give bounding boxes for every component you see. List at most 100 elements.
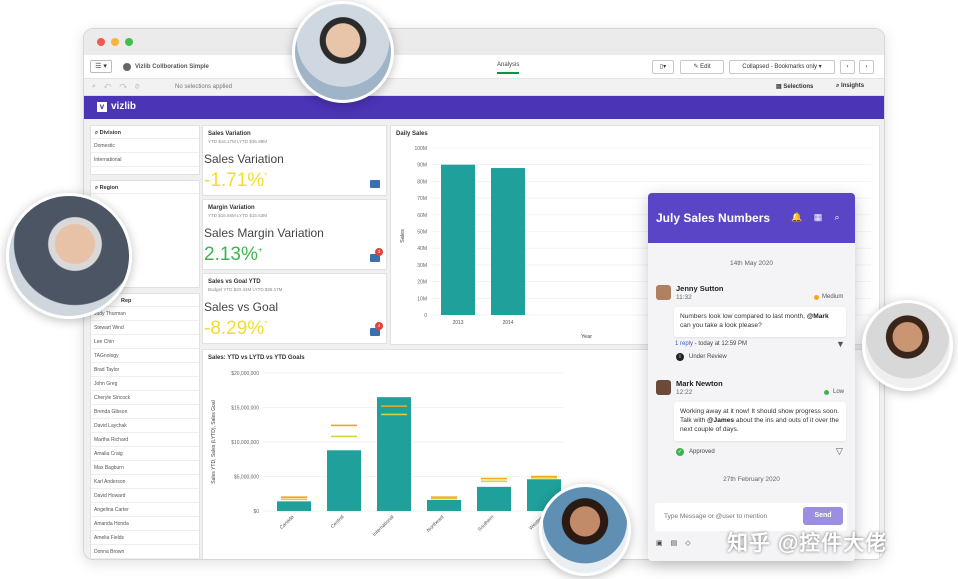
x-tick-label: Central [330, 514, 346, 530]
menu-button[interactable]: ☰ ▾ [90, 60, 112, 73]
comment-icon[interactable] [370, 180, 380, 188]
division-filter: ⌕ Division Domestic International [90, 125, 200, 175]
message-input-placeholder: Type Message or @user to mention [664, 513, 768, 520]
y-tick-label: $20,000,000 [231, 371, 259, 377]
bookmarks-dropdown[interactable]: Collapsed - Bookmarks only ▾ [729, 60, 835, 74]
kpi-sales-variation[interactable]: Sales Variation YTD $16.17M LYTD $36.88M… [202, 125, 387, 196]
selections-button[interactable]: ▤ Selections [776, 83, 813, 90]
rep-filter-item[interactable]: Amelia Fields [91, 531, 199, 545]
priority-label: Medium [822, 294, 844, 300]
mention[interactable]: @James [707, 417, 734, 424]
insights-button[interactable]: ⌕ Insights [836, 83, 864, 90]
brand-name: vizlib [111, 101, 137, 112]
rep-filter-item[interactable]: Max Bagburn [91, 461, 199, 475]
y-tick-label: 100M [414, 146, 427, 152]
edit-label: Edit [700, 64, 711, 70]
rss-feed-icon[interactable]: ▦ [813, 212, 823, 222]
message-time: 11:32 [676, 294, 692, 301]
tag-icon[interactable]: ◇ [685, 540, 698, 547]
rep-filter-item[interactable]: Brad Taylor [91, 363, 199, 377]
rep-filter-item[interactable]: TAGnology [91, 349, 199, 363]
bar [427, 499, 461, 511]
user-photo-man-2 [6, 193, 132, 319]
bar [277, 501, 311, 511]
selection-tools-icons[interactable]: ⌕↶↷⊘ [92, 83, 147, 91]
send-button[interactable]: Send [803, 507, 843, 525]
next-sheet-button[interactable]: › [859, 60, 874, 74]
mention[interactable]: @Mark [807, 313, 829, 320]
filter-icon[interactable]: ▼ [836, 340, 845, 349]
region-filter-title: ⌕ Region [91, 181, 199, 194]
rep-filter-item[interactable]: Donna Brown [91, 545, 199, 559]
kpi-title: Sales vs Goal YTD [208, 279, 261, 285]
rep-filter-item[interactable]: Lee Chin [91, 335, 199, 349]
rep-filter-item[interactable]: David Howard [91, 489, 199, 503]
kpi-margin-variation[interactable]: Margin Variation YTD $16.66M LYTD $15.53… [202, 199, 387, 270]
vizlib-logo-icon: v [97, 102, 107, 112]
y-tick-label: 0 [424, 313, 427, 319]
y-tick-label: 60M [417, 213, 427, 219]
rep-filter-item[interactable]: Cheryle Sincock [91, 391, 199, 405]
x-tick-label: International [372, 514, 396, 538]
rep-filter-item[interactable]: Stewart Wind [91, 321, 199, 335]
message-author: Jenny Sutton [676, 284, 724, 293]
selections-label: Selections [783, 84, 814, 90]
kpi-subtitle: YTD $16.17M LYTD $36.88M [208, 139, 267, 144]
chat-panel: July Sales Numbers 🔔 ▦ ⌕ 14th May 2020 J… [648, 193, 855, 561]
kpi-subtitle: Budget YTD $20.44M LYTD $36.17M [208, 287, 283, 292]
priority-dot [814, 295, 819, 300]
filter-item[interactable]: Domestic [91, 139, 199, 153]
chat-header: July Sales Numbers 🔔 ▦ ⌕ [648, 193, 855, 243]
insights-label: Insights [841, 83, 865, 89]
app-icon [123, 63, 131, 71]
rep-filter-item[interactable]: John Greg [91, 377, 199, 391]
filter-icon[interactable]: ▽ [836, 447, 845, 456]
kpi-title: Margin Variation [208, 205, 255, 211]
rep-filter-item[interactable]: Martha Richard [91, 433, 199, 447]
no-selections-text: No selections applied [175, 84, 233, 90]
edit-button[interactable]: ✎ Edit [680, 60, 724, 74]
reply-meta: 1 reply - today at 12:59 PM [675, 341, 747, 347]
y-tick-label: 10M [417, 296, 427, 302]
rep-filter-item[interactable]: David Laychak [91, 419, 199, 433]
attachment-icon[interactable]: ▤ [671, 540, 686, 547]
chat-body: 14th May 2020 Jenny Sutton 11:32 Medium … [648, 243, 855, 561]
chat-date-divider: 27th February 2020 [723, 476, 780, 483]
chat-tools: ▣▤◇ [656, 539, 699, 547]
y-tick-label: 30M [417, 263, 427, 269]
rep-filter-item[interactable]: Amalia Craig [91, 447, 199, 461]
y-tick-label: 90M [417, 163, 427, 169]
maximize-window-button[interactable] [125, 38, 133, 46]
rep-filter-item[interactable]: Angelina Carter [91, 503, 199, 517]
notification-bell-icon[interactable]: 🔔 [791, 212, 802, 222]
tab-analysis[interactable]: Analysis [497, 62, 520, 74]
rep-filter-item[interactable]: Amanda Honda [91, 517, 199, 531]
kpi-value: -1.71%* [204, 170, 268, 191]
reply-link[interactable]: 1 reply [675, 341, 693, 347]
rep-filter-item[interactable]: Karl Anderson [91, 475, 199, 489]
message-text: Numbers look low compared to last month, [680, 313, 805, 320]
close-window-button[interactable] [97, 38, 105, 46]
kpi-value: 2.13%+ [204, 244, 263, 265]
status-text: Under Review [689, 354, 727, 360]
comment-count-badge: 4 [375, 322, 383, 330]
user-photo-woman-2 [539, 484, 631, 576]
toolbar: ☰ ▾ Vizlib Collboration Simple Analysis … [84, 55, 884, 79]
page: ☰ ▾ Vizlib Collboration Simple Analysis … [0, 0, 958, 579]
search-icon[interactable]: ⌕ [832, 212, 842, 222]
bookmarks-label: Collapsed - Bookmarks only [742, 64, 817, 70]
user-photo-woman-1 [862, 300, 953, 391]
image-icon[interactable]: ▣ [656, 540, 671, 547]
previous-sheet-button[interactable]: ‹ [840, 60, 855, 74]
bookmark-device-button[interactable]: ▯▾ [652, 60, 674, 74]
y-tick-label: 40M [417, 246, 427, 252]
y-tick-label: 70M [417, 196, 427, 202]
minimize-window-button[interactable] [111, 38, 119, 46]
rep-filter-item[interactable]: Judy Thurman [91, 307, 199, 321]
filter-item[interactable]: International [91, 153, 199, 167]
kpi-sales-vs-goal[interactable]: Sales vs Goal YTD Budget YTD $20.44M LYT… [202, 273, 387, 344]
division-filter-title: ⌕ Division [91, 126, 199, 139]
selections-bar: ⌕↶↷⊘ No selections applied ▤ Selections … [84, 79, 884, 96]
rep-filter-item[interactable]: Brenda Gibson [91, 405, 199, 419]
reply-time: - today at 12:59 PM [693, 341, 748, 347]
